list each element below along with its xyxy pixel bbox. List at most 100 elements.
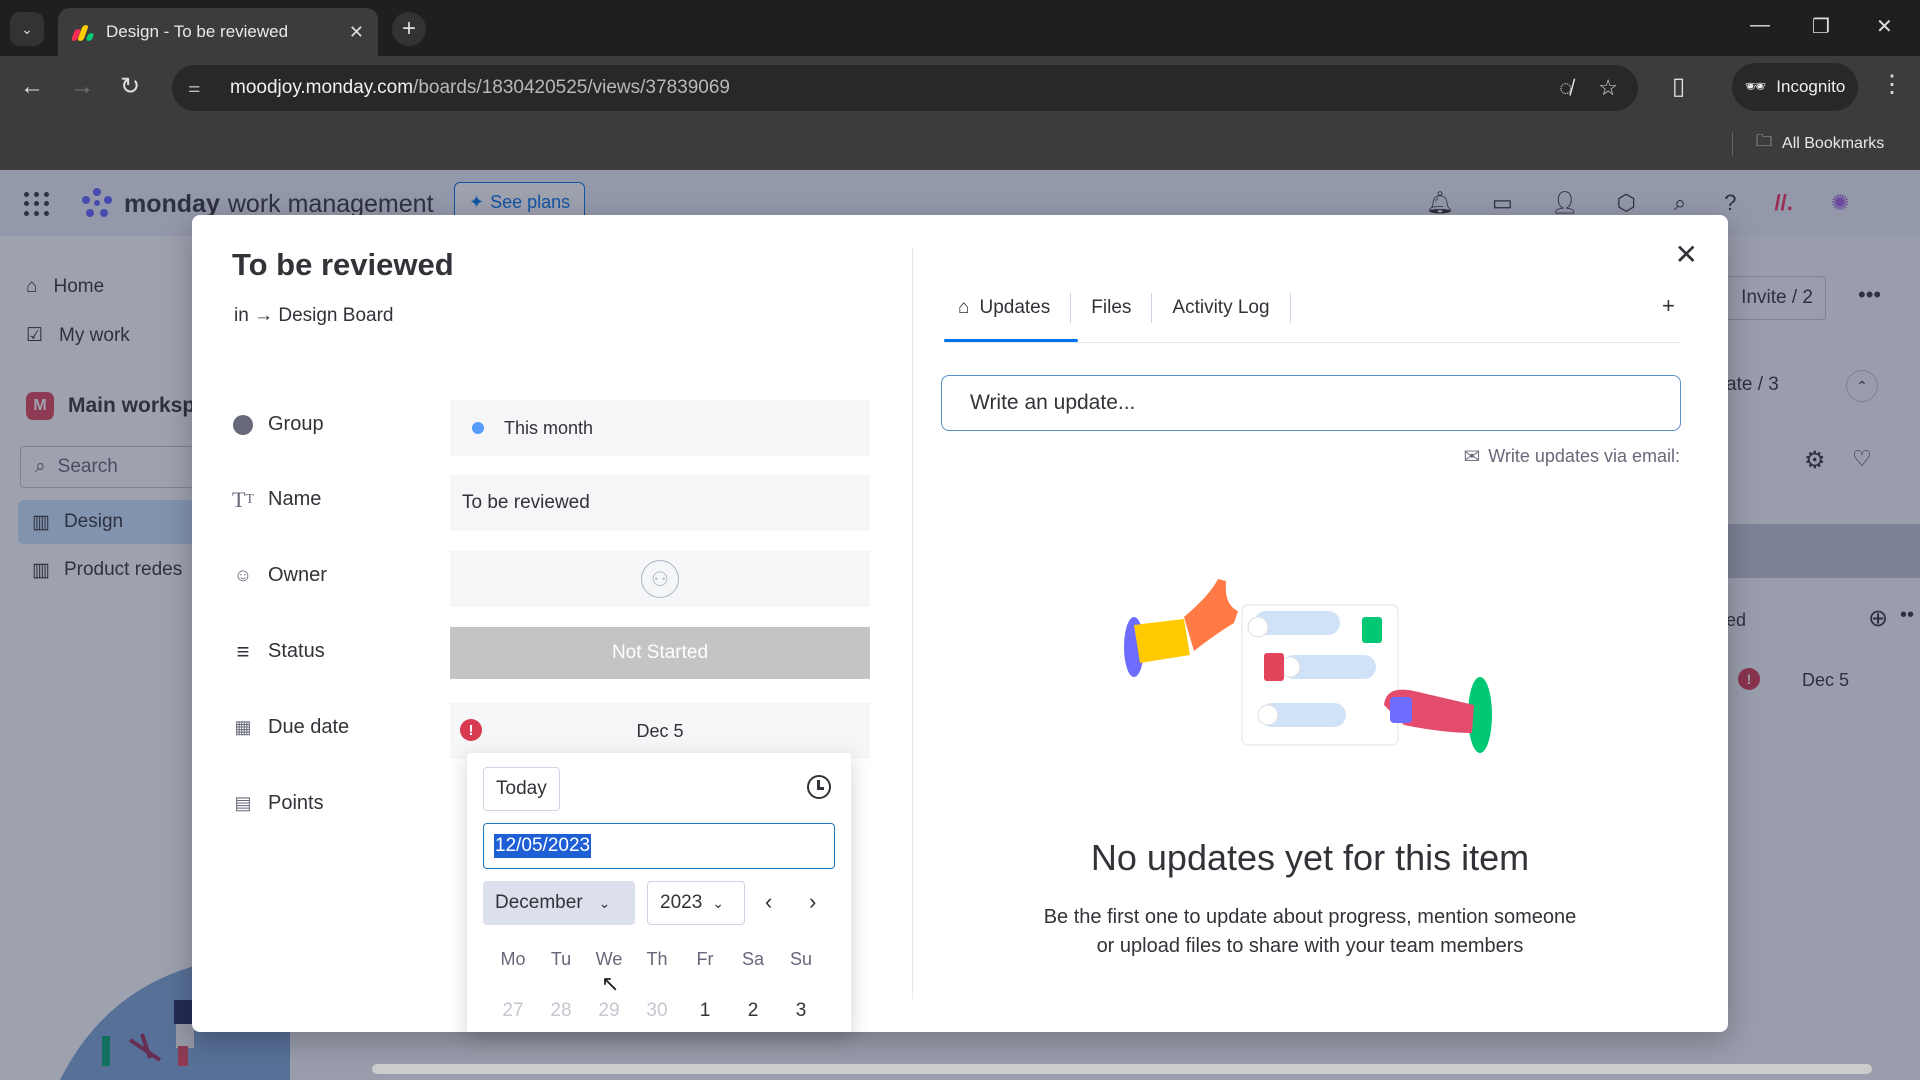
empty-state-line-2: or upload files to share with your team … bbox=[1096, 935, 1524, 957]
status-value: Not Started bbox=[611, 642, 709, 663]
write-updates-via-email-link[interactable]: ✉ Write updates via email: bbox=[1463, 444, 1680, 469]
chevron-down-icon: ⌄ bbox=[712, 894, 725, 911]
field-label-group: Group bbox=[232, 413, 324, 436]
tab-label: Activity Log bbox=[1172, 297, 1270, 318]
owner-value-field[interactable]: ⚇ bbox=[450, 551, 870, 607]
date-picker-popover: Today 12/05/2023 December ⌄ 2023 ⌄ ‹ › M… bbox=[467, 753, 851, 1032]
field-label-points: ▤ Points bbox=[232, 792, 323, 815]
tab-activity-log[interactable]: Activity Log bbox=[1152, 293, 1291, 323]
all-bookmarks-label: All Bookmarks bbox=[1782, 134, 1885, 152]
due-date-value: Dec 5 bbox=[636, 720, 684, 741]
minimize-icon[interactable]: — bbox=[1750, 14, 1770, 37]
field-label-owner: ☺ Owner bbox=[232, 564, 327, 587]
email-link-label: Write updates via email: bbox=[1488, 446, 1680, 466]
calendar-day[interactable]: 27 bbox=[489, 989, 537, 1032]
field-label-name: TT Name bbox=[232, 486, 322, 512]
weekday-label: Fr bbox=[696, 949, 714, 969]
today-button[interactable]: Today bbox=[483, 767, 560, 811]
horizontal-scrollbar[interactable] bbox=[372, 1064, 1872, 1074]
calendar-day[interactable]: 30 bbox=[633, 989, 681, 1032]
home-icon: ⌂ bbox=[958, 297, 970, 318]
breadcrumb-prefix: in → bbox=[234, 305, 274, 326]
breadcrumb: in → Design Board bbox=[234, 305, 393, 327]
calendar-day[interactable]: 1 bbox=[681, 989, 729, 1032]
field-label-text: Due date bbox=[268, 716, 350, 738]
browser-nav-bar: ← → ↻ ⚌ moodjoy.monday.com/boards/183042… bbox=[0, 56, 1920, 118]
calendar-icon: ▦ bbox=[234, 717, 252, 737]
url-host: moodjoy.monday.com bbox=[230, 77, 414, 98]
add-view-icon[interactable]: + bbox=[1662, 293, 1675, 319]
field-label-text: Owner bbox=[268, 564, 327, 586]
forward-icon[interactable]: → bbox=[70, 72, 94, 102]
tab-label: Updates bbox=[979, 297, 1051, 318]
browser-tab-active[interactable]: Design - To be reviewed ✕ bbox=[58, 8, 378, 56]
write-update-input[interactable]: Write an update... bbox=[941, 375, 1681, 431]
weekday-label: We bbox=[595, 949, 623, 969]
empty-state-description: Be the first one to update about progres… bbox=[942, 903, 1678, 961]
side-panel-icon[interactable]: ▯ bbox=[1672, 72, 1685, 102]
empty-person-icon: ⚇ bbox=[641, 560, 679, 598]
item-title[interactable]: To be reviewed bbox=[232, 247, 454, 283]
field-label-text: Name bbox=[268, 488, 322, 510]
back-icon[interactable]: ← bbox=[20, 72, 44, 102]
url-path: /boards/1830420525/views/37839069 bbox=[413, 77, 730, 98]
field-label-status: ≡ Status bbox=[232, 639, 325, 664]
field-label-text: Group bbox=[268, 413, 324, 435]
tabs-divider bbox=[944, 342, 1680, 343]
folder-icon: 🗀 bbox=[1756, 133, 1773, 150]
weekday-label: Th bbox=[646, 949, 668, 969]
item-detail-modal: ✕ To be reviewed in → Design Board Group… bbox=[192, 215, 1728, 1032]
weekday-label: Mo bbox=[500, 949, 526, 969]
breadcrumb-board-link[interactable]: Design Board bbox=[278, 305, 393, 326]
tab-updates[interactable]: ⌂ Updates bbox=[944, 293, 1072, 323]
tab-close-icon[interactable]: ✕ bbox=[349, 22, 364, 43]
bookmark-star-icon[interactable]: ☆ bbox=[1598, 75, 1618, 101]
site-settings-icon[interactable]: ⚌ bbox=[188, 79, 210, 97]
tab-search-button[interactable]: ⌄ bbox=[10, 12, 44, 46]
tab-files[interactable]: Files bbox=[1071, 293, 1153, 323]
restore-icon[interactable]: ❐ bbox=[1812, 14, 1830, 39]
weekday-label: Sa bbox=[741, 949, 765, 969]
empty-updates-illustration bbox=[1124, 579, 1492, 753]
year-select[interactable]: 2023 ⌄ bbox=[647, 881, 745, 925]
address-bar[interactable]: ⚌ moodjoy.monday.com/boards/1830420525/v… bbox=[172, 65, 1638, 111]
calendar-day[interactable]: 2 bbox=[729, 989, 777, 1032]
calendar-day[interactable]: 3 bbox=[777, 989, 825, 1032]
new-tab-button[interactable]: + bbox=[392, 12, 426, 46]
all-bookmarks-button[interactable]: 🗀 All Bookmarks bbox=[1756, 130, 1884, 157]
weekday-header-row: Mo Tu We Th Fr Sa Su bbox=[489, 949, 825, 970]
weekday-label: Tu bbox=[550, 949, 572, 969]
calendar-day[interactable]: 28 bbox=[537, 989, 585, 1032]
incognito-badge[interactable]: 🕶 Incognito bbox=[1732, 63, 1858, 111]
month-value: December bbox=[495, 892, 583, 913]
mouse-cursor-icon: ↖ bbox=[601, 971, 620, 996]
monday-favicon-icon bbox=[70, 23, 95, 41]
date-input-value: 12/05/2023 bbox=[494, 834, 592, 858]
next-month-icon[interactable]: › bbox=[809, 889, 816, 915]
weekday-label: Su bbox=[789, 949, 813, 969]
clock-icon[interactable] bbox=[807, 775, 831, 799]
overdue-alert-icon: ! bbox=[460, 719, 482, 741]
calculator-icon: ▤ bbox=[234, 793, 252, 813]
month-select[interactable]: December ⌄ bbox=[483, 881, 635, 925]
name-value-field[interactable]: To be reviewed bbox=[450, 475, 870, 531]
chevron-down-icon: ⌄ bbox=[21, 20, 33, 37]
reload-icon[interactable]: ↻ bbox=[120, 72, 140, 102]
date-text-input[interactable]: 12/05/2023 bbox=[483, 823, 835, 869]
prev-month-icon[interactable]: ‹ bbox=[765, 889, 772, 915]
tab-label: Files bbox=[1091, 297, 1132, 318]
browser-menu-icon[interactable]: ⋮ bbox=[1880, 70, 1904, 99]
eye-off-icon[interactable]: ◌̸ bbox=[1559, 75, 1572, 101]
window-close-icon[interactable]: ✕ bbox=[1876, 14, 1893, 39]
text-type-icon: TT bbox=[232, 486, 255, 512]
status-value-field[interactable]: Not Started bbox=[450, 627, 870, 679]
field-label-due-date: ▦ Due date bbox=[232, 716, 349, 739]
close-modal-icon[interactable]: ✕ bbox=[1675, 241, 1698, 269]
incognito-label: Incognito bbox=[1776, 77, 1846, 96]
group-value-field[interactable]: This month bbox=[450, 400, 870, 456]
people-icon: ☺ bbox=[233, 565, 253, 585]
field-label-text: Status bbox=[268, 640, 325, 662]
bookmarks-divider bbox=[1732, 132, 1733, 156]
due-date-value-field[interactable]: ! Dec 5 bbox=[450, 703, 870, 759]
mail-icon: ✉ bbox=[1463, 446, 1481, 468]
